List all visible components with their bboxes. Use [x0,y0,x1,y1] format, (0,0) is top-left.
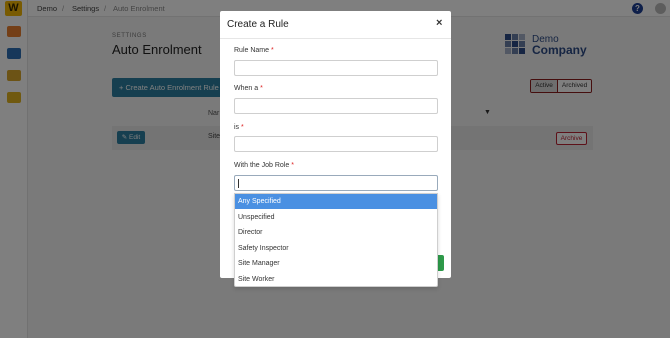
option-site-worker[interactable]: Site Worker [235,272,437,287]
required-marker: * [241,124,244,131]
when-a-label: When a * [234,85,263,92]
when-a-select[interactable] [234,98,438,114]
job-role-input[interactable] [234,175,438,191]
is-select[interactable] [234,136,438,152]
required-marker: * [260,85,263,92]
required-marker: * [291,162,294,169]
job-role-dropdown: Any Specified Unspecified Director Safet… [234,193,438,287]
rule-name-input[interactable] [234,60,438,76]
is-label: is * [234,124,244,131]
option-director[interactable]: Director [235,225,437,240]
job-role-label: With the Job Role * [234,162,294,169]
when-a-label-text: When a [234,85,259,92]
option-unspecified[interactable]: Unspecified [235,210,437,225]
modal-title: Create a Rule [227,19,289,30]
modal-header: Create a Rule × [220,11,451,39]
rule-name-label-text: Rule Name [234,47,270,54]
is-label-text: is [234,124,240,131]
option-any-specified[interactable]: Any Specified [235,194,437,209]
submit-button[interactable] [437,255,444,271]
required-marker: * [270,47,274,54]
job-role-label-text: With the Job Role [234,162,290,169]
close-icon[interactable]: × [436,17,442,29]
option-safety-inspector[interactable]: Safety Inspector [235,241,437,256]
option-site-manager[interactable]: Site Manager [235,256,437,271]
rule-name-label: Rule Name * [234,47,274,54]
text-caret [238,179,239,188]
